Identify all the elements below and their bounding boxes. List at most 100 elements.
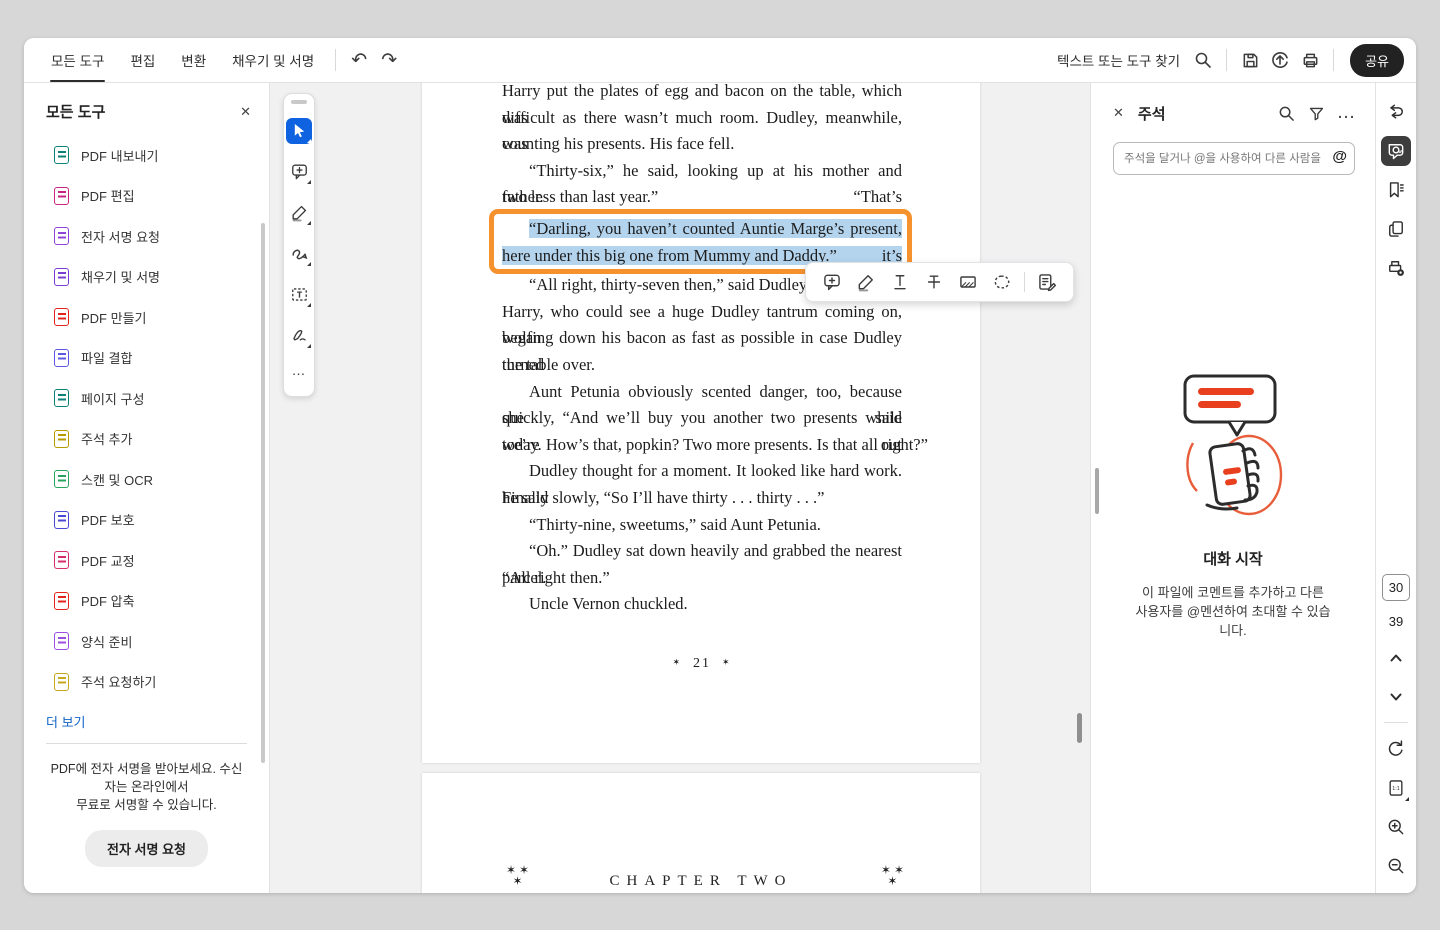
request-esign-button[interactable]: 전자 서명 요청 (85, 830, 208, 867)
select-tool-icon[interactable] (286, 117, 312, 144)
edit-pdf-icon (54, 186, 69, 205)
item-label: PDF 만들기 (81, 310, 147, 326)
highlight-icon[interactable] (851, 267, 881, 297)
book-line: “Oh.” Dudley sat down heavily and grabbe… (502, 541, 902, 587)
selection-toolbar (805, 262, 1074, 302)
undo-icon[interactable]: ↶ (344, 45, 374, 75)
book-line: he said slowly, “So I’ll have thirty . .… (502, 487, 825, 507)
item-label: 파일 결합 (81, 351, 133, 367)
sidebar-item-edit-pdf[interactable]: PDF 편집 (24, 176, 269, 217)
sidebar-scrollbar[interactable] (261, 223, 265, 763)
add-comment-tool-icon[interactable] (286, 159, 312, 185)
see-more-link[interactable]: 더 보기 (24, 702, 269, 731)
total-pages-label: 39 (1388, 614, 1404, 629)
search-comments-icon[interactable] (1273, 100, 1299, 126)
book-line: “Thirty-six,” he said, looking up at his… (502, 160, 902, 207)
rotate-page-icon[interactable] (1381, 734, 1411, 764)
book-line: Dudley thought for a moment. It looked l… (502, 461, 902, 507)
scan-ocr-icon (54, 470, 69, 489)
previous-page-icon[interactable] (1381, 643, 1411, 673)
comments-empty-state: 대화 시작 이 파일에 코멘트를 추가하고 다른 사용자를 @멘션하여 초대할 … (1091, 373, 1375, 640)
sidebar-item-protect-pdf[interactable]: PDF 보호 (24, 500, 269, 541)
print-icon[interactable] (1295, 45, 1325, 75)
item-label: PDF 보호 (81, 513, 135, 529)
tab-fill-sign[interactable]: 채우기 및 서명 (219, 38, 327, 82)
request-esign-icon (54, 227, 69, 246)
zoom-out-icon[interactable] (1381, 851, 1411, 881)
strikethrough-icon[interactable] (919, 267, 949, 297)
filter-comments-icon[interactable] (1303, 100, 1329, 126)
lasso-select-icon[interactable] (987, 267, 1017, 297)
next-page-icon[interactable] (1381, 682, 1411, 712)
sidebar-item-combine-files[interactable]: 파일 결합 (24, 338, 269, 379)
item-label: PDF 교정 (81, 553, 135, 569)
comments-overflow-icon[interactable]: … (1333, 100, 1359, 126)
print-production-icon[interactable] (1381, 253, 1411, 283)
toolbar-divider (1226, 49, 1228, 71)
mention-at-icon[interactable]: @ (1332, 148, 1347, 165)
edit-text-icon[interactable] (1032, 267, 1062, 297)
rail-divider (1384, 722, 1408, 723)
sidebar-item-compress-pdf[interactable]: PDF 압축 (24, 581, 269, 622)
svg-text:1:1: 1:1 (1392, 786, 1400, 792)
workflow-route-icon[interactable] (1381, 97, 1411, 127)
app-tabs: 모든 도구 편집 변환 채우기 및 서명 (38, 38, 327, 82)
new-comment-input[interactable] (1113, 142, 1355, 175)
sidebar-item-request-comments[interactable]: 주석 요청하기 (24, 662, 269, 703)
highlight-tool-icon[interactable] (286, 200, 312, 226)
book-line: Uncle Vernon chuckled. (529, 594, 688, 614)
sidebar-item-prepare-form[interactable]: 양식 준비 (24, 621, 269, 662)
sidebar-item-fill-sign[interactable]: 채우기 및 서명 (24, 257, 269, 298)
sign-tool-icon[interactable] (286, 323, 312, 349)
upload-share-icon[interactable] (1265, 45, 1295, 75)
sidebar-item-organize-pages[interactable]: 페이지 구성 (24, 378, 269, 419)
close-panel-icon[interactable]: ✕ (240, 104, 251, 120)
comments-panel-icon[interactable] (1381, 136, 1411, 166)
underline-icon[interactable] (885, 267, 915, 297)
tab-edit[interactable]: 편집 (117, 38, 168, 82)
redo-icon[interactable]: ↷ (374, 45, 404, 75)
add-text-box-tool-icon[interactable] (286, 282, 312, 308)
pdf-page-22: ✶ ✶✶ CHAPTER TWO ✶ ✶✶ “Little tyke wants… (422, 773, 980, 893)
document-area[interactable]: Harry put the plates of egg and bacon on… (270, 83, 1090, 893)
zoom-in-icon[interactable] (1381, 812, 1411, 842)
sidebar-item-export-pdf[interactable]: PDF 내보내기 (24, 135, 269, 176)
item-label: PDF 내보내기 (81, 148, 159, 164)
sidebar-item-create-pdf[interactable]: PDF 만들기 (24, 297, 269, 338)
draw-tool-icon[interactable] (286, 241, 312, 267)
promo-line: 무료로 서명할 수 있습니다. (76, 798, 217, 812)
sidebar-item-add-comments[interactable]: 주석 추가 (24, 419, 269, 460)
more-tools-icon[interactable]: … (292, 362, 307, 378)
toolbar-drag-handle[interactable] (291, 100, 307, 104)
add-comment-icon[interactable] (817, 267, 847, 297)
page-thumbnails-icon[interactable] (1381, 214, 1411, 244)
save-icon[interactable] (1235, 45, 1265, 75)
sidebar-item-request-esign[interactable]: 전자 서명 요청 (24, 216, 269, 257)
add-comments-icon (54, 429, 69, 448)
item-label: 주석 요청하기 (81, 675, 157, 691)
page-number: ✶ 21 ✶ (672, 655, 732, 671)
find-tools-label[interactable]: 텍스트 또는 도구 찾기 (1057, 50, 1180, 70)
protect-pdf-icon (54, 510, 69, 529)
sidebar-item-redact-pdf[interactable]: PDF 교정 (24, 540, 269, 581)
actual-size-icon[interactable]: 1:1 (1381, 773, 1411, 803)
bookmarks-icon[interactable] (1381, 175, 1411, 205)
book-line: Aunt Petunia obviously scented danger, t… (502, 381, 902, 428)
share-button[interactable]: 공유 (1350, 43, 1404, 77)
chapter-ornament-right: ✶ ✶ ✶ (880, 863, 904, 888)
close-comments-icon[interactable]: ✕ (1113, 105, 1124, 121)
comments-panel: ✕ 주석 … @ (1090, 83, 1375, 893)
prepare-form-icon (54, 632, 69, 651)
item-label: 주석 추가 (81, 432, 133, 448)
current-page-input[interactable]: 30 (1382, 574, 1410, 601)
tab-all-tools[interactable]: 모든 도구 (38, 38, 117, 82)
sidebar-item-scan-ocr[interactable]: 스캔 및 OCR (24, 459, 269, 500)
document-scrollbar-thumb[interactable] (1077, 713, 1082, 743)
redact-pdf-icon (54, 551, 69, 570)
export-pdf-icon (54, 146, 69, 165)
item-label: 페이지 구성 (81, 391, 145, 407)
tab-convert[interactable]: 변환 (168, 38, 219, 82)
search-icon[interactable] (1188, 45, 1218, 75)
redact-area-icon[interactable] (953, 267, 983, 297)
item-label: 스캔 및 OCR (81, 472, 153, 488)
